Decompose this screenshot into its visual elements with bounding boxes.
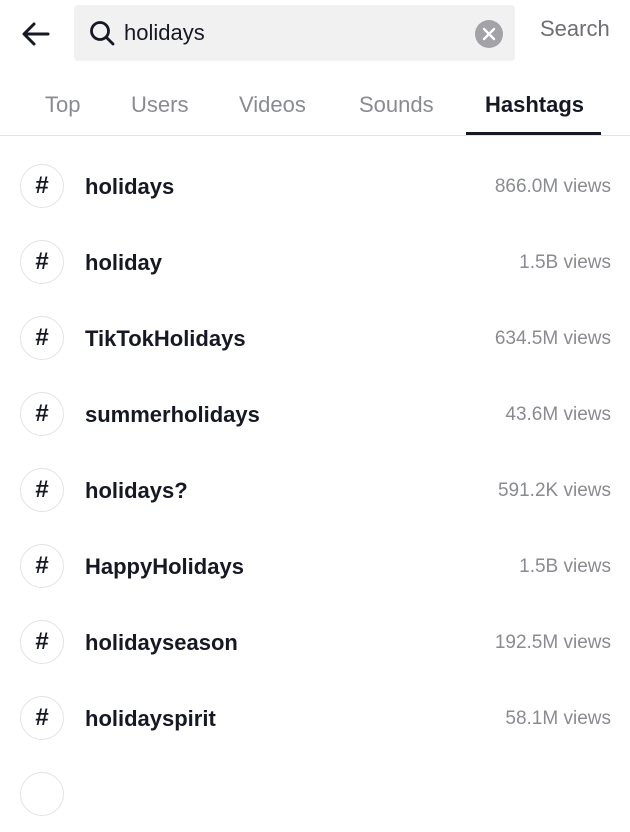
search-box xyxy=(74,5,515,61)
hashtag-icon: # xyxy=(20,544,64,588)
clear-search-button[interactable] xyxy=(475,20,503,48)
search-button[interactable]: Search xyxy=(540,16,610,42)
search-input[interactable] xyxy=(124,13,464,53)
hashtag-row[interactable]: # holiday 1.5B views xyxy=(0,224,630,300)
hashtag-views: 192.5M views xyxy=(494,632,611,653)
hashtag-icon: # xyxy=(20,468,64,512)
hashtag-icon: # xyxy=(20,392,64,436)
hashtag-icon: # xyxy=(20,620,64,664)
hashtag-views: 591.2K views xyxy=(497,480,611,501)
hashtag-views: 58.1M views xyxy=(505,708,611,729)
hashtag-icon: # xyxy=(20,240,64,284)
tab-users[interactable]: Users xyxy=(131,92,188,118)
search-icon xyxy=(90,21,115,46)
hashtag-row[interactable]: # holidays? 591.2K views xyxy=(0,452,630,528)
hashtag-views: 1.5B views xyxy=(519,252,611,273)
hashtag-row-partial[interactable] xyxy=(0,756,630,832)
hashtag-row[interactable]: # summerholidays 43.6M views xyxy=(0,376,630,452)
hashtag-row[interactable]: # holidayspirit 58.1M views xyxy=(0,680,630,756)
hashtag-name: TikTokHolidays xyxy=(85,326,246,351)
hashtag-row[interactable]: # holidays 866.0M views xyxy=(0,148,630,224)
hashtag-name: holiday xyxy=(85,250,163,275)
result-tabs: Top Users Videos Sounds Hashtags xyxy=(0,78,630,136)
hashtag-name: holidayseason xyxy=(85,630,238,655)
hashtag-icon: # xyxy=(20,316,64,360)
tab-videos[interactable]: Videos xyxy=(239,92,306,118)
hashtag-views: 1.5B views xyxy=(519,556,611,577)
hashtag-row[interactable]: # TikTokHolidays 634.5M views xyxy=(0,300,630,376)
hashtag-icon xyxy=(20,772,64,816)
hashtag-name: HappyHolidays xyxy=(85,554,244,579)
hashtag-icon: # xyxy=(20,164,64,208)
back-button[interactable] xyxy=(16,14,56,54)
hashtag-views: 634.5M views xyxy=(494,328,611,349)
close-icon xyxy=(482,27,496,41)
hashtag-views: 43.6M views xyxy=(505,404,611,425)
tab-top[interactable]: Top xyxy=(45,92,80,118)
hashtag-row[interactable]: # holidayseason 192.5M views xyxy=(0,604,630,680)
hashtag-icon: # xyxy=(20,696,64,740)
arrow-left-icon xyxy=(22,22,50,46)
hashtag-views: 866.0M views xyxy=(494,176,611,197)
hashtag-name: summerholidays xyxy=(85,402,260,427)
search-header: Search xyxy=(0,0,630,68)
active-tab-indicator xyxy=(466,132,601,135)
hashtag-row[interactable]: # HappyHolidays 1.5B views xyxy=(0,528,630,604)
tab-sounds[interactable]: Sounds xyxy=(359,92,434,118)
hashtag-name: holidayspirit xyxy=(85,706,216,731)
tab-hashtags[interactable]: Hashtags xyxy=(485,92,584,118)
hashtag-name: holidays? xyxy=(85,478,188,503)
hashtag-name: holidays xyxy=(85,174,175,199)
